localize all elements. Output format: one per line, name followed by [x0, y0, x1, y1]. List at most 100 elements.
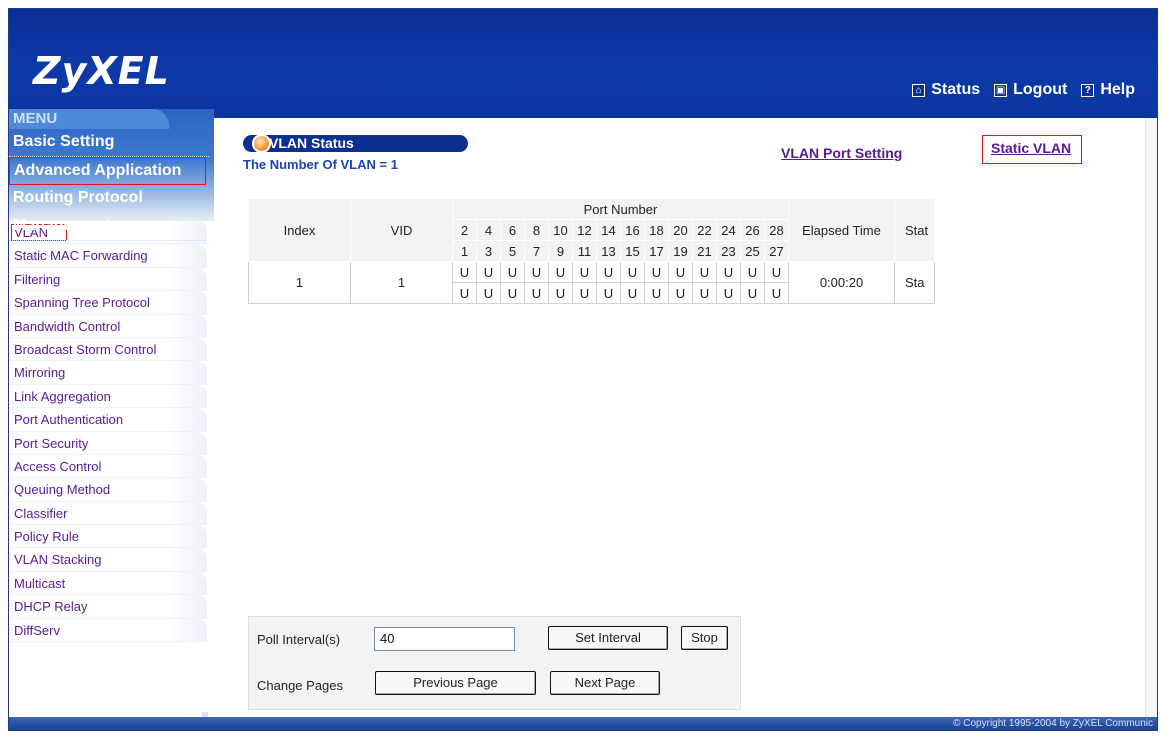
- submenu-mirroring[interactable]: Mirroring: [9, 361, 207, 385]
- port-membership-cell: U: [572, 282, 597, 304]
- submenu-diffserv[interactable]: DiffServ: [9, 618, 207, 643]
- port-membership-cell: U: [620, 282, 645, 304]
- port-header-odd: 9: [548, 240, 573, 262]
- menu-basic-setting[interactable]: Basic Setting: [9, 129, 209, 157]
- help-link[interactable]: ? Help: [1081, 81, 1135, 99]
- header-bar: ZyXEL ⌂ Status ▣ Logout ? Help: [9, 9, 1157, 118]
- vlan-port-setting-link[interactable]: VLAN Port Setting: [781, 145, 902, 161]
- poll-interval-input[interactable]: 40: [374, 627, 515, 651]
- top-links: ⌂ Status ▣ Logout ? Help: [912, 81, 1135, 99]
- port-membership-cell: U: [548, 261, 573, 283]
- column-header-status: Stat: [894, 198, 935, 262]
- port-header-even: 14: [596, 219, 621, 241]
- vlan-status-table: Index VID Port Number Elapsed Time Stat …: [248, 198, 935, 304]
- port-header-even: 22: [692, 219, 717, 241]
- submenu-multicast[interactable]: Multicast: [9, 571, 207, 596]
- submenu-link-aggregation[interactable]: Link Aggregation: [9, 384, 207, 409]
- menu-management[interactable]: Management: [9, 213, 209, 241]
- port-membership-cell: U: [476, 261, 501, 283]
- set-interval-button[interactable]: Set Interval: [548, 626, 668, 650]
- port-header-even: 4: [476, 219, 501, 241]
- port-membership-cell: U: [500, 261, 525, 283]
- column-header-index: Index: [248, 198, 351, 262]
- port-header-odd: 11: [572, 240, 597, 262]
- port-membership-cell: U: [644, 261, 669, 283]
- port-membership-cell: U: [524, 282, 549, 304]
- menu-label: MENU: [9, 109, 169, 129]
- port-membership-cell: U: [740, 261, 765, 283]
- vlan-count: The Number Of VLAN = 1: [243, 157, 398, 172]
- port-header-even: 16: [620, 219, 645, 241]
- status-link-label: Status: [931, 81, 981, 98]
- port-header-even: 2: [452, 219, 477, 241]
- port-membership-cell: U: [572, 261, 597, 283]
- logout-link[interactable]: ▣ Logout: [994, 81, 1067, 99]
- change-pages-label: Change Pages: [257, 678, 344, 693]
- port-header-odd: 27: [764, 240, 789, 262]
- submenu-bandwidth-control[interactable]: Bandwidth Control: [9, 314, 207, 338]
- help-link-label: Help: [1100, 81, 1135, 98]
- port-membership-cell: U: [692, 282, 717, 304]
- submenu-classifier[interactable]: Classifier: [9, 501, 207, 526]
- submenu-spanning-tree-protocol[interactable]: Spanning Tree Protocol: [9, 291, 207, 315]
- port-membership-cell: U: [620, 261, 645, 283]
- port-header-even: 28: [764, 219, 789, 241]
- column-header-vid: VID: [350, 198, 453, 262]
- submenu-port-authentication[interactable]: Port Authentication: [9, 408, 207, 432]
- port-membership-cell: U: [716, 261, 741, 283]
- port-header-odd: 1: [452, 240, 477, 262]
- submenu-port-security[interactable]: Port Security: [9, 431, 207, 455]
- port-membership-cell: U: [596, 261, 621, 283]
- port-header-even: 8: [524, 219, 549, 241]
- app-frame: ZyXEL ⌂ Status ▣ Logout ? Help MENU Basi…: [8, 8, 1158, 731]
- logout-icon: ▣: [994, 83, 1008, 97]
- port-membership-cell: U: [668, 261, 693, 283]
- help-icon: ?: [1081, 83, 1095, 97]
- port-header-odd: 17: [644, 240, 669, 262]
- port-membership-cell: U: [500, 282, 525, 304]
- port-header-even: 12: [572, 219, 597, 241]
- submenu-static-mac-forwarding[interactable]: Static MAC Forwarding: [9, 244, 207, 268]
- vlan-index-cell: 1: [248, 261, 351, 304]
- menu-advanced-application[interactable]: Advanced Application: [9, 157, 206, 185]
- port-membership-cell: U: [644, 282, 669, 304]
- menu-routing-protocol[interactable]: Routing Protocol: [9, 185, 209, 213]
- port-header-even: 26: [740, 219, 765, 241]
- page-title: VLAN Status: [243, 134, 468, 153]
- column-header-elapsed-time: Elapsed Time: [788, 198, 895, 262]
- status-link[interactable]: ⌂ Status: [912, 81, 980, 99]
- submenu-vlan-stacking[interactable]: VLAN Stacking: [9, 548, 207, 572]
- zyxel-logo: ZyXEL: [33, 49, 170, 93]
- menu-panel: MENU Basic Setting Advanced Application …: [9, 109, 214, 241]
- submenu-policy-rule[interactable]: Policy Rule: [9, 525, 207, 549]
- submenu-broadcast-storm-control[interactable]: Broadcast Storm Control: [9, 337, 207, 362]
- submenu-dhcp-relay[interactable]: DHCP Relay: [9, 595, 207, 619]
- submenu-access-control[interactable]: Access Control: [9, 454, 207, 479]
- port-membership-cell: U: [476, 282, 501, 304]
- status-cell: Sta: [894, 261, 935, 304]
- port-header-even: 10: [548, 219, 573, 241]
- port-membership-cell: U: [764, 261, 789, 283]
- submenu-queuing-method[interactable]: Queuing Method: [9, 478, 207, 502]
- vlan-vid-cell: 1: [350, 261, 453, 304]
- title-orb-icon: [252, 134, 271, 153]
- previous-page-button[interactable]: Previous Page: [375, 671, 536, 695]
- port-membership-cell: U: [548, 282, 573, 304]
- page-title-label: VLAN Status: [269, 135, 354, 151]
- port-header-odd: 23: [716, 240, 741, 262]
- main-content: VLAN Status The Number Of VLAN = 1 VLAN …: [214, 118, 1157, 717]
- sidebar: MENU Basic Setting Advanced Application …: [9, 109, 214, 722]
- port-header-odd: 7: [524, 240, 549, 262]
- port-membership-cell: U: [668, 282, 693, 304]
- next-page-button[interactable]: Next Page: [550, 671, 660, 695]
- table-row: 1 1 U U U U U U U U U U U U U U 0:00:20 Sta: [248, 261, 935, 304]
- port-header-even: 18: [644, 219, 669, 241]
- stop-button[interactable]: Stop: [681, 626, 728, 650]
- static-vlan-link[interactable]: Static VLAN: [982, 135, 1083, 164]
- port-membership-cell: U: [452, 261, 477, 283]
- submenu-filtering[interactable]: Filtering: [9, 267, 207, 292]
- port-header-odd: 13: [596, 240, 621, 262]
- port-header-odd: 5: [500, 240, 525, 262]
- port-membership-cell: U: [596, 282, 621, 304]
- column-header-port-number: Port Number: [452, 198, 789, 220]
